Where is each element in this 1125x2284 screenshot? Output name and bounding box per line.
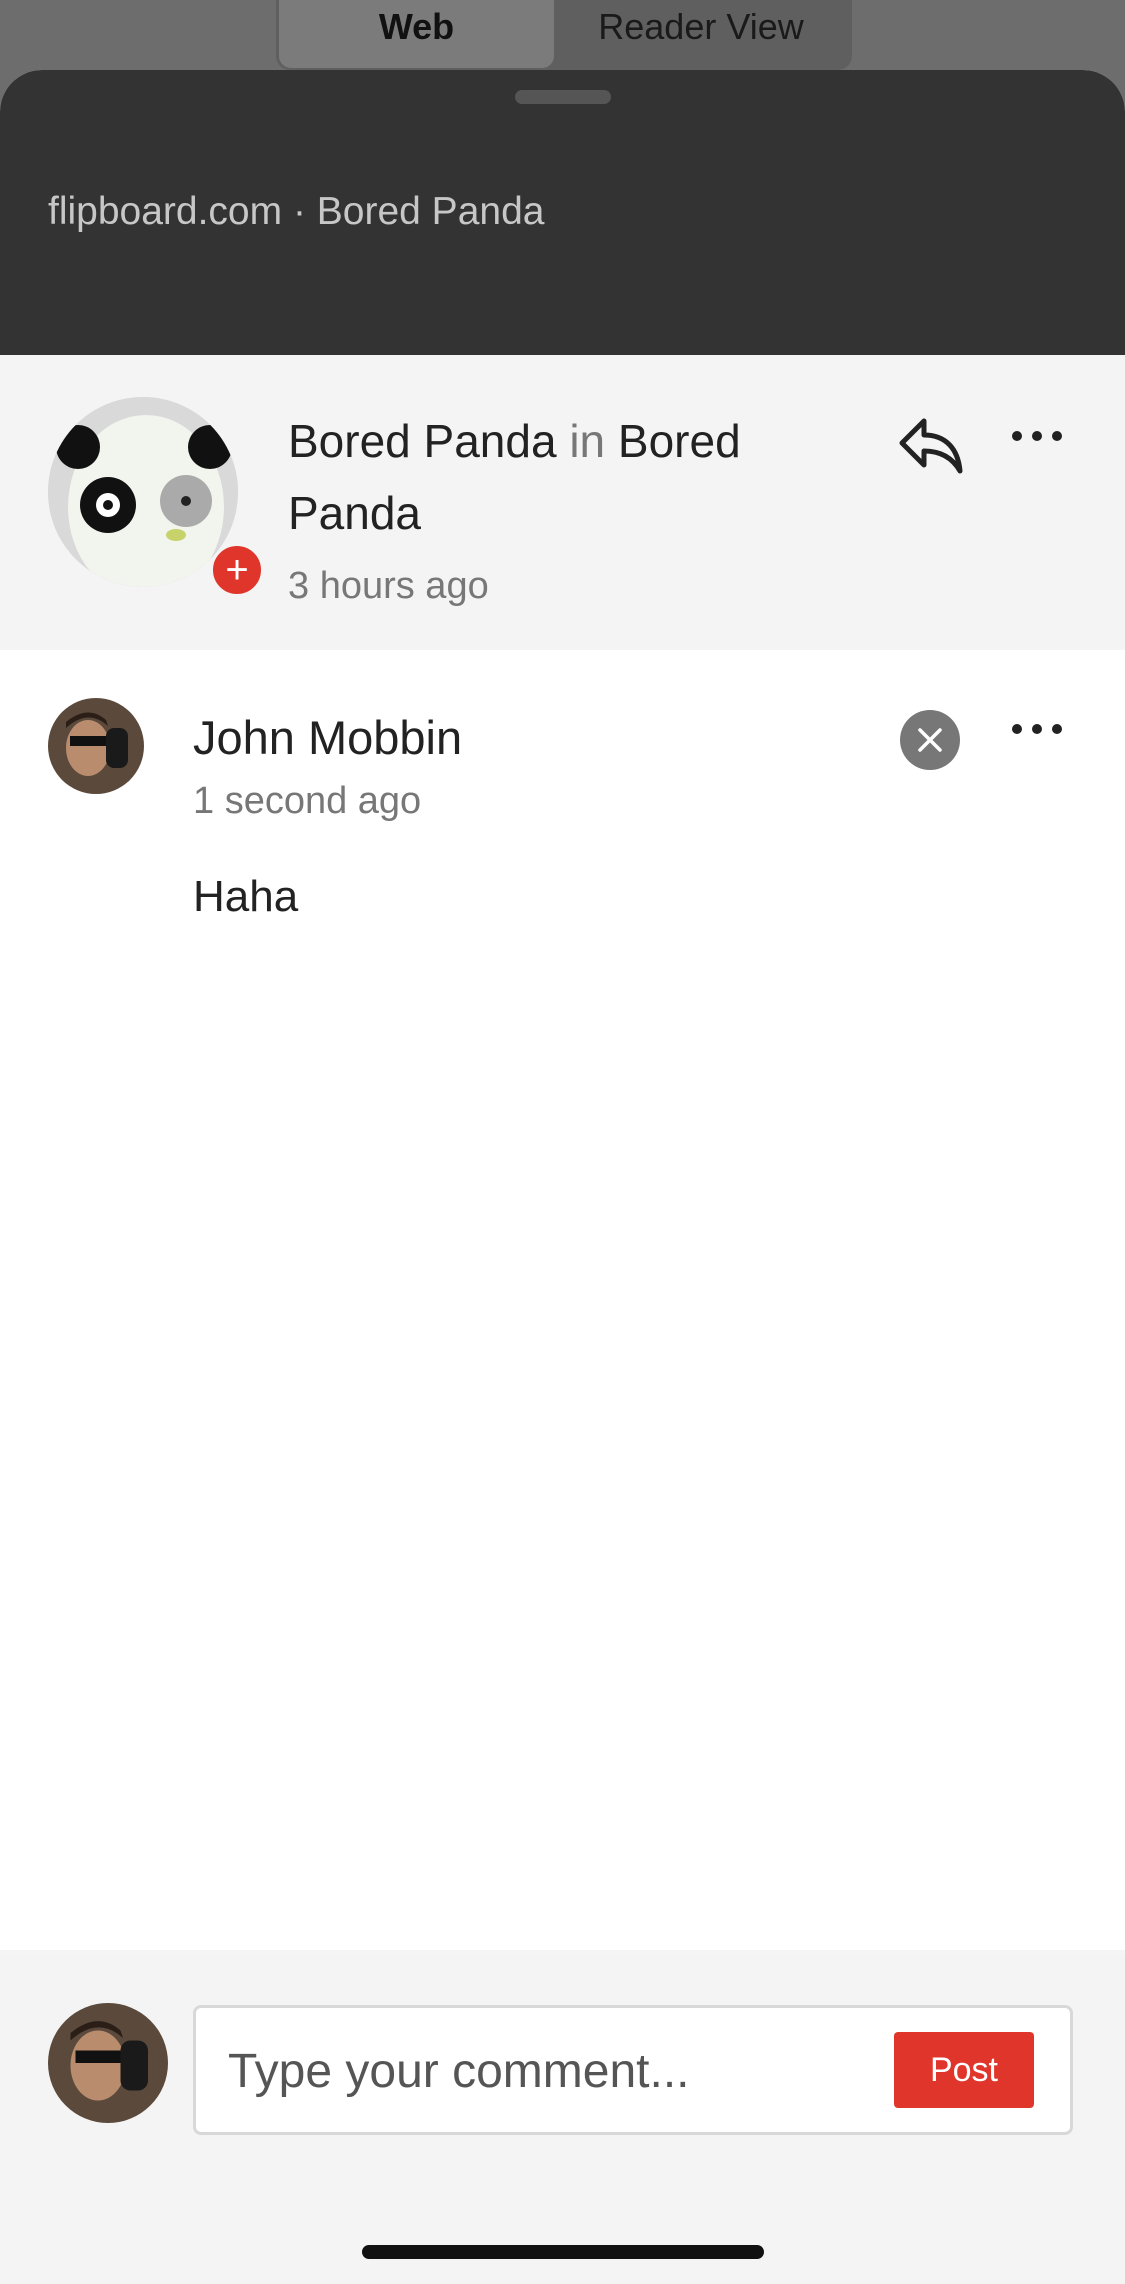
comment-input-container: Post [193,2005,1073,2135]
follow-plus-icon[interactable]: + [210,543,264,597]
comment-composer: Post [0,1955,1125,2284]
source-label: flipboard.com · Bored Panda [48,190,545,233]
sheet-header: flipboard.com · Bored Panda [0,70,1125,355]
commenter-name[interactable]: John Mobbin [193,710,462,765]
comment-input[interactable] [226,2038,870,2104]
comments-list: John Mobbin 1 second ago Haha [0,650,1125,1950]
post-more-icon[interactable] [1012,425,1062,447]
web-tab-label: Web [378,6,455,47]
my-avatar [48,2003,168,2123]
in-word: in [569,415,606,467]
reply-icon[interactable] [898,415,964,475]
author-name[interactable]: Bored Panda [288,415,557,467]
sheet-grabber[interactable] [515,90,611,104]
post-info: + Bored Panda in Bored Panda 3 hours ago [0,355,1125,650]
post-time: 3 hours ago [288,565,489,607]
reader-view-tab[interactable]: Reader View [556,0,846,68]
commenter-avatar[interactable] [48,698,144,794]
post-button[interactable]: Post [894,2032,1034,2108]
comment-time: 1 second ago [193,780,422,822]
panda-logo-icon [48,397,238,587]
delete-comment-close-icon[interactable] [900,710,960,770]
publisher-avatar[interactable] [48,397,238,587]
comment-text: Haha [193,872,299,921]
home-indicator [362,2245,764,2259]
comment-more-icon[interactable] [1012,718,1062,740]
post-attribution: Bored Panda in Bored Panda [288,405,808,549]
web-tab[interactable]: Web [279,0,554,68]
comments-sheet: flipboard.com · Bored Panda + Bored Pand… [0,70,1125,2284]
view-mode-segmented-control: Web Reader View [276,0,852,70]
reader-view-tab-label: Reader View [598,6,804,47]
